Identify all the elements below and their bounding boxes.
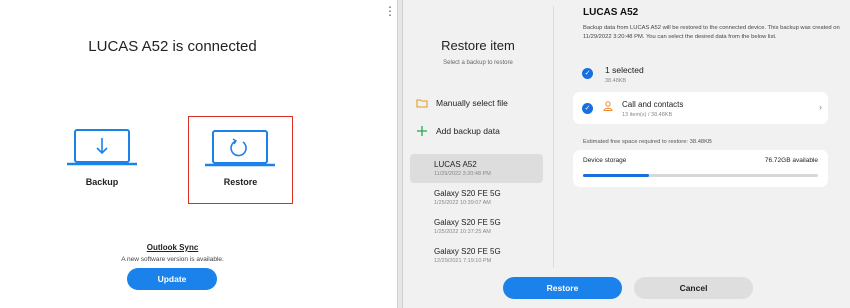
update-message: A new software version is available. [121, 256, 224, 263]
manually-select-file-label: Manually select file [436, 98, 508, 108]
restore-tile[interactable]: Restore [188, 116, 293, 204]
pane-divider [553, 6, 554, 268]
device-storage-card: Device storage 76.72GB available [573, 150, 828, 187]
cancel-button[interactable]: Cancel [634, 277, 753, 299]
restore-label: Restore [223, 177, 258, 187]
restore-dialog: Restore item Select a backup to restore … [403, 0, 850, 308]
backup-name: LUCAS A52 [434, 160, 477, 169]
connection-title: LUCAS A52 is connected [88, 38, 257, 55]
select-all-row[interactable]: ✓ 1 selected 38.48KB [573, 58, 828, 88]
selected-size: 38.48KB [605, 78, 627, 84]
backup-list-item[interactable]: LUCAS A52 11/29/2022 3:20:48 PM [410, 154, 543, 183]
storage-available: 76.72GB available [764, 157, 818, 164]
person-icon [603, 101, 613, 111]
backup-tile[interactable]: Backup [50, 128, 154, 212]
add-backup-data-label: Add backup data [436, 126, 500, 136]
restore-description: Backup data from LUCAS A52 will be resto… [583, 25, 840, 40]
backup-date: 12/29/2021 7:19:10 PM [434, 258, 492, 264]
contacts-size: 13 item(s) / 38.48KB [622, 112, 673, 118]
backup-name: Galaxy S20 FE 5G [434, 218, 501, 227]
backup-list-item[interactable]: Galaxy S20 FE 5G 12/29/2021 7:19:10 PM [410, 241, 543, 270]
storage-label: Device storage [583, 157, 627, 164]
storage-bar-fill [583, 174, 649, 177]
backup-list: LUCAS A52 11/29/2022 3:20:48 PM Galaxy S… [410, 154, 543, 270]
manually-select-file-button[interactable]: Manually select file [415, 96, 508, 110]
backup-date: 11/29/2022 3:20:48 PM [434, 171, 491, 177]
selected-count: 1 selected [605, 65, 644, 75]
laptop-restore-icon [205, 130, 275, 167]
backup-list-item[interactable]: Galaxy S20 FE 5G 1/25/2022 10:37:25 AM [410, 212, 543, 241]
device-name: LUCAS A52 [583, 7, 639, 18]
backup-list-item[interactable]: Galaxy S20 FE 5G 1/25/2022 10:39:07 AM [410, 183, 543, 212]
checkmark-icon[interactable]: ✓ [582, 68, 593, 79]
storage-bar [583, 174, 818, 177]
backup-date: 1/25/2022 10:39:07 AM [434, 200, 491, 206]
plus-icon [415, 126, 429, 136]
smart-switch-main-panel: ⋮ LUCAS A52 is connected Backup Restore … [0, 0, 397, 308]
screen: ⋮ LUCAS A52 is connected Backup Restore … [0, 0, 850, 308]
backup-name: Galaxy S20 FE 5G [434, 247, 501, 256]
backup-date: 1/25/2022 10:37:25 AM [434, 229, 491, 235]
more-vertical-icon[interactable]: ⋮ [384, 5, 396, 17]
restore-button[interactable]: Restore [503, 277, 622, 299]
outlook-sync-link[interactable]: Outlook Sync [0, 243, 345, 252]
update-button[interactable]: Update [127, 268, 217, 290]
add-backup-data-button[interactable]: Add backup data [415, 124, 500, 138]
folder-icon [415, 98, 429, 108]
backup-label: Backup [85, 177, 119, 187]
free-space-estimate: Estimated free space required to restore… [583, 139, 712, 145]
restore-item-subtitle: Select a backup to restore [443, 60, 513, 66]
restore-item-title: Restore item [441, 38, 515, 53]
laptop-download-icon [67, 129, 137, 166]
chevron-right-icon[interactable]: › [819, 102, 822, 112]
call-and-contacts-row[interactable]: ✓ Call and contacts 13 item(s) / 38.48KB… [573, 92, 828, 124]
checkmark-icon[interactable]: ✓ [582, 103, 593, 114]
contacts-title: Call and contacts [622, 100, 684, 109]
backup-name: Galaxy S20 FE 5G [434, 189, 501, 198]
